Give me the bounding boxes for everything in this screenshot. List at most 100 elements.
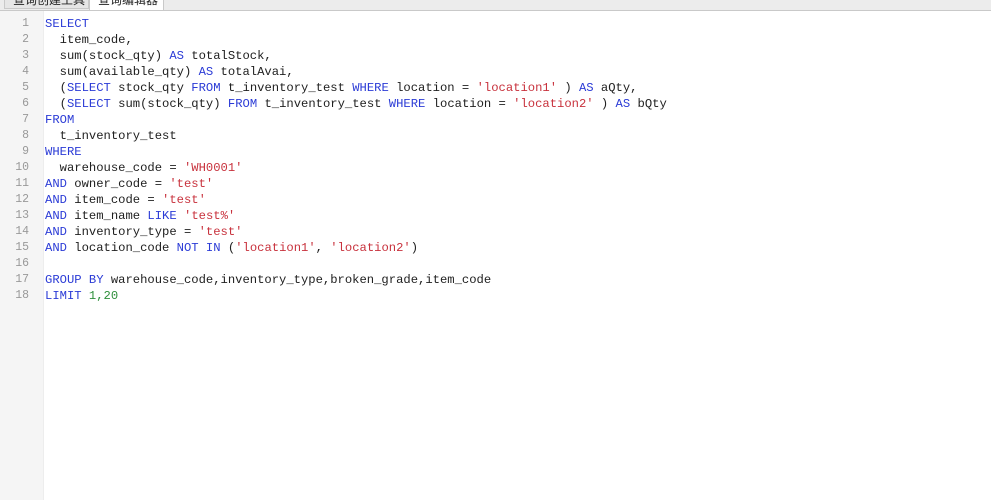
tab-query-builder[interactable]: 查询创建工具 — [4, 0, 89, 9]
sql-keyword: LIKE — [147, 209, 177, 223]
sql-keyword: AS — [198, 65, 214, 79]
line-number: 13 — [15, 209, 29, 222]
sql-text: ) — [557, 81, 579, 95]
code-text[interactable]: AND item_name LIKE 'test%' — [45, 208, 235, 224]
sql-string: 'location1' — [235, 241, 316, 255]
sql-string: 'location2' — [513, 97, 594, 111]
sql-text: warehouse_code = — [45, 161, 184, 175]
sql-keyword: SELECT — [45, 17, 89, 31]
sql-string: 'location2' — [330, 241, 411, 255]
code-line[interactable]: 17 GROUP BY warehouse_code,inventory_type… — [0, 272, 991, 288]
code-line[interactable]: 1 SELECT — [0, 16, 991, 32]
sql-text: location_code — [66, 241, 177, 255]
line-number: 7 — [22, 113, 29, 126]
sql-text: ) — [410, 241, 419, 255]
sql-keyword: LIMIT — [45, 289, 82, 303]
line-number: 6 — [22, 97, 29, 110]
sql-string: 'location1' — [476, 81, 558, 95]
sql-string: 'test' — [162, 193, 206, 207]
sql-keyword: AND — [45, 193, 67, 207]
sql-text: warehouse_code,inventory_type,broken_gra… — [103, 273, 492, 287]
tab-bar: 查询创建工具 查询编辑器 — [0, 0, 991, 11]
code-text[interactable]: GROUP BY warehouse_code,inventory_type,b… — [45, 272, 491, 288]
code-line[interactable]: 10 warehouse_code = 'WH0001' — [0, 160, 991, 176]
line-number: 16 — [15, 257, 29, 270]
sql-text: ( — [220, 241, 236, 255]
code-line[interactable]: 13 AND item_name LIKE 'test%' — [0, 208, 991, 224]
sql-text: owner_code = — [66, 177, 170, 191]
sql-text: inventory_type = — [66, 225, 199, 239]
sql-text: ( — [45, 81, 67, 95]
code-text[interactable]: item_code, — [45, 32, 133, 48]
sql-text: item_code = — [66, 193, 163, 207]
code-line[interactable]: 18 LIMIT 1,20 — [0, 288, 991, 304]
line-number: 11 — [15, 177, 29, 190]
sql-text: t_inventory_test — [45, 129, 177, 143]
line-number: 3 — [22, 49, 29, 62]
line-number: 5 — [22, 81, 29, 94]
code-text[interactable]: AND location_code NOT IN ('location1', '… — [45, 240, 418, 256]
code-text[interactable]: (SELECT stock_qty FROM t_inventory_test … — [45, 80, 638, 96]
sql-keyword: AS — [578, 81, 594, 95]
code-text[interactable]: AND item_code = 'test' — [45, 192, 206, 208]
line-number: 14 — [15, 225, 29, 238]
code-text[interactable]: FROM — [45, 112, 74, 128]
tab-query-editor[interactable]: 查询编辑器 — [89, 0, 164, 10]
sql-keyword: SELECT — [66, 81, 111, 95]
code-line[interactable]: 8 t_inventory_test — [0, 128, 991, 144]
code-line[interactable]: 14 AND inventory_type = 'test' — [0, 224, 991, 240]
sql-keyword: AS — [615, 97, 631, 111]
sql-text: t_inventory_test — [220, 81, 353, 95]
sql-editor[interactable]: 1 SELECT 2 item_code, 3 sum(stock_qty) AS t… — [0, 16, 991, 304]
sql-text: location = — [388, 81, 477, 95]
code-text[interactable]: AND owner_code = 'test' — [45, 176, 213, 192]
code-text[interactable]: t_inventory_test — [45, 128, 177, 144]
sql-text: aQty, — [593, 81, 638, 95]
sql-text: sum(available_qty) — [45, 65, 199, 79]
sql-text: item_code, — [45, 33, 133, 47]
code-line[interactable]: 2 item_code, — [0, 32, 991, 48]
line-number: 4 — [22, 65, 29, 78]
code-line[interactable]: 5 (SELECT stock_qty FROM t_inventory_tes… — [0, 80, 991, 96]
sql-keyword: FROM — [227, 97, 258, 111]
line-number: 15 — [15, 241, 29, 254]
code-text[interactable]: AND inventory_type = 'test' — [45, 224, 243, 240]
code-text[interactable]: warehouse_code = 'WH0001' — [45, 160, 243, 176]
code-line[interactable]: 3 sum(stock_qty) AS totalStock, — [0, 48, 991, 64]
code-text[interactable]: SELECT — [45, 16, 89, 32]
code-line[interactable]: 16 — [0, 256, 991, 272]
sql-text: sum(stock_qty) — [110, 97, 228, 111]
code-text[interactable]: WHERE — [45, 144, 82, 160]
sql-keyword: AND — [45, 177, 67, 191]
sql-keyword: NOT IN — [176, 241, 221, 255]
code-text[interactable]: LIMIT 1,20 — [45, 288, 118, 304]
line-number: 9 — [22, 145, 29, 158]
line-number: 10 — [15, 161, 29, 174]
sql-string: 'test' — [198, 225, 243, 239]
code-line[interactable]: 15 AND location_code NOT IN ('location1',… — [0, 240, 991, 256]
sql-keyword: FROM — [191, 81, 221, 95]
sql-text: location = — [425, 97, 514, 111]
code-line[interactable]: 11 AND owner_code = 'test' — [0, 176, 991, 192]
code-text[interactable]: sum(stock_qty) AS totalStock, — [45, 48, 272, 64]
code-line[interactable]: 6 (SELECT sum(stock_qty) FROM t_inventor… — [0, 96, 991, 112]
sql-string: 'test' — [169, 177, 214, 191]
sql-text: t_inventory_test — [257, 97, 389, 111]
line-number: 2 — [22, 33, 29, 46]
sql-text: item_name — [66, 209, 148, 223]
code-text[interactable]: sum(available_qty) AS totalAvai, — [45, 64, 294, 80]
sql-text: , — [315, 241, 331, 255]
code-line[interactable]: 7 FROM — [0, 112, 991, 128]
code-text[interactable]: (SELECT sum(stock_qty) FROM t_inventory_… — [45, 96, 667, 112]
code-line[interactable]: 4 sum(available_qty) AS totalAvai, — [0, 64, 991, 80]
sql-string: 'test%' — [184, 209, 236, 223]
code-line[interactable]: 12 AND item_code = 'test' — [0, 192, 991, 208]
line-number: 17 — [15, 273, 29, 286]
sql-text: sum(stock_qty) — [45, 49, 170, 63]
code-line[interactable]: 9 WHERE — [0, 144, 991, 160]
sql-text: bQty — [630, 97, 667, 111]
sql-number: 1,20 — [88, 289, 119, 303]
sql-keyword: WHERE — [388, 97, 426, 111]
